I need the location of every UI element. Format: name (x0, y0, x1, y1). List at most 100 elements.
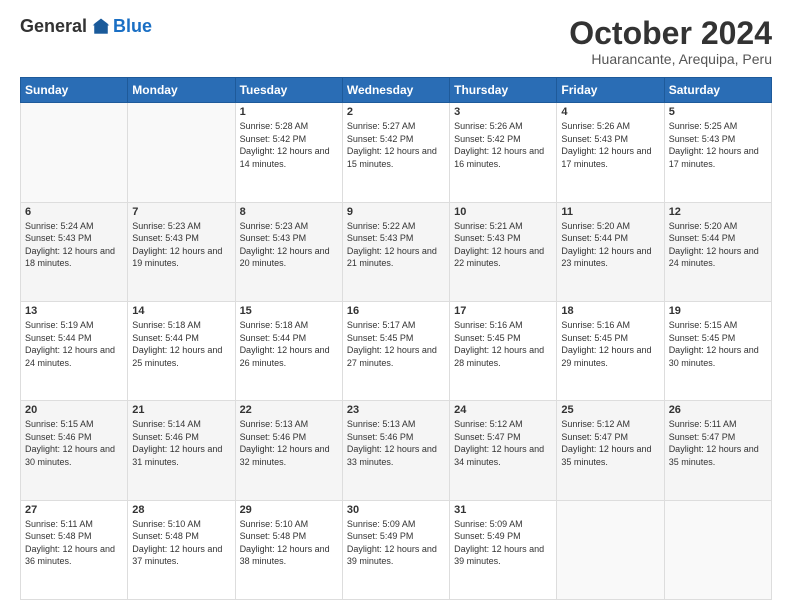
calendar-cell (128, 103, 235, 202)
day-number: 17 (454, 305, 552, 317)
day-number: 19 (669, 305, 767, 317)
calendar-table: SundayMondayTuesdayWednesdayThursdayFrid… (20, 77, 772, 600)
day-info: Sunrise: 5:11 AMSunset: 5:48 PMDaylight:… (25, 518, 123, 568)
page: General Blue October 2024 Huarancante, A… (0, 0, 792, 612)
calendar-week-row: 6 Sunrise: 5:24 AMSunset: 5:43 PMDaylight… (21, 202, 772, 301)
calendar-cell (21, 103, 128, 202)
calendar-cell: 8 Sunrise: 5:23 AMSunset: 5:43 PMDaylight… (235, 202, 342, 301)
day-number: 7 (132, 206, 230, 218)
calendar-cell: 21Sunrise: 5:14 AMSunset: 5:46 PMDayligh… (128, 401, 235, 500)
day-number: 3 (454, 106, 552, 118)
day-number: 23 (347, 404, 445, 416)
day-number: 15 (240, 305, 338, 317)
day-info: Sunrise: 5:11 AMSunset: 5:47 PMDaylight:… (669, 418, 767, 468)
day-info: Sunrise: 5:19 AMSunset: 5:44 PMDaylight:… (25, 319, 123, 369)
day-number: 9 (347, 206, 445, 218)
calendar-cell: 25 Sunrise: 5:12 AMSunset: 5:47 PMDayligh… (557, 401, 664, 500)
calendar-cell: 19Sunrise: 5:15 AMSunset: 5:45 PMDayligh… (664, 301, 771, 400)
day-info: Sunrise: 5:09 AMSunset: 5:49 PMDaylight:… (454, 518, 552, 568)
day-number: 10 (454, 206, 552, 218)
calendar-cell: 17 Sunrise: 5:16 AMSunset: 5:45 PMDayligh… (450, 301, 557, 400)
day-number: 27 (25, 504, 123, 516)
calendar-cell: 26 Sunrise: 5:11 AMSunset: 5:47 PMDayligh… (664, 401, 771, 500)
logo-icon (91, 17, 111, 37)
day-info: Sunrise: 5:17 AMSunset: 5:45 PMDaylight:… (347, 319, 445, 369)
day-number: 18 (561, 305, 659, 317)
calendar-cell (557, 500, 664, 599)
day-info: Sunrise: 5:14 AMSunset: 5:46 PMDaylight:… (132, 418, 230, 468)
day-info: Sunrise: 5:22 AMSunset: 5:43 PMDaylight:… (347, 220, 445, 270)
day-number: 26 (669, 404, 767, 416)
calendar-cell: 1Sunrise: 5:28 AMSunset: 5:42 PMDaylight… (235, 103, 342, 202)
calendar-week-row: 20 Sunrise: 5:15 AMSunset: 5:46 PMDayligh… (21, 401, 772, 500)
day-number: 6 (25, 206, 123, 218)
day-info: Sunrise: 5:20 AMSunset: 5:44 PMDaylight:… (669, 220, 767, 270)
day-info: Sunrise: 5:20 AMSunset: 5:44 PMDaylight:… (561, 220, 659, 270)
day-info: Sunrise: 5:21 AMSunset: 5:43 PMDaylight:… (454, 220, 552, 270)
logo-general-text: General (20, 16, 87, 37)
day-number: 29 (240, 504, 338, 516)
day-number: 16 (347, 305, 445, 317)
day-number: 12 (669, 206, 767, 218)
day-number: 14 (132, 305, 230, 317)
day-number: 11 (561, 206, 659, 218)
calendar-cell: 16 Sunrise: 5:17 AMSunset: 5:45 PMDayligh… (342, 301, 449, 400)
calendar-cell: 28 Sunrise: 5:10 AMSunset: 5:48 PMDayligh… (128, 500, 235, 599)
calendar-cell: 3 Sunrise: 5:26 AMSunset: 5:42 PMDaylight… (450, 103, 557, 202)
calendar-cell: 11 Sunrise: 5:20 AMSunset: 5:44 PMDayligh… (557, 202, 664, 301)
day-number: 22 (240, 404, 338, 416)
day-info: Sunrise: 5:16 AMSunset: 5:45 PMDaylight:… (561, 319, 659, 369)
day-number: 30 (347, 504, 445, 516)
calendar-cell: 23Sunrise: 5:13 AMSunset: 5:46 PMDayligh… (342, 401, 449, 500)
calendar-header-row: SundayMondayTuesdayWednesdayThursdayFrid… (21, 78, 772, 103)
day-info: Sunrise: 5:10 AMSunset: 5:48 PMDaylight:… (240, 518, 338, 568)
day-info: Sunrise: 5:27 AMSunset: 5:42 PMDaylight:… (347, 120, 445, 170)
day-info: Sunrise: 5:12 AMSunset: 5:47 PMDaylight:… (561, 418, 659, 468)
weekday-header-monday: Monday (128, 78, 235, 103)
day-info: Sunrise: 5:25 AMSunset: 5:43 PMDaylight:… (669, 120, 767, 170)
day-info: Sunrise: 5:24 AMSunset: 5:43 PMDaylight:… (25, 220, 123, 270)
weekday-header-tuesday: Tuesday (235, 78, 342, 103)
calendar-week-row: 27 Sunrise: 5:11 AMSunset: 5:48 PMDayligh… (21, 500, 772, 599)
calendar-cell: 2Sunrise: 5:27 AMSunset: 5:42 PMDaylight… (342, 103, 449, 202)
weekday-header-wednesday: Wednesday (342, 78, 449, 103)
day-number: 13 (25, 305, 123, 317)
day-number: 8 (240, 206, 338, 218)
day-info: Sunrise: 5:09 AMSunset: 5:49 PMDaylight:… (347, 518, 445, 568)
day-number: 20 (25, 404, 123, 416)
calendar-cell: 13 Sunrise: 5:19 AMSunset: 5:44 PMDayligh… (21, 301, 128, 400)
calendar-cell: 24Sunrise: 5:12 AMSunset: 5:47 PMDayligh… (450, 401, 557, 500)
day-info: Sunrise: 5:10 AMSunset: 5:48 PMDaylight:… (132, 518, 230, 568)
logo: General Blue (20, 16, 152, 37)
day-info: Sunrise: 5:26 AMSunset: 5:42 PMDaylight:… (454, 120, 552, 170)
day-number: 28 (132, 504, 230, 516)
weekday-header-friday: Friday (557, 78, 664, 103)
month-title: October 2024 (569, 16, 772, 51)
day-number: 31 (454, 504, 552, 516)
day-info: Sunrise: 5:16 AMSunset: 5:45 PMDaylight:… (454, 319, 552, 369)
day-number: 5 (669, 106, 767, 118)
day-info: Sunrise: 5:23 AMSunset: 5:43 PMDaylight:… (240, 220, 338, 270)
calendar-cell: 14Sunrise: 5:18 AMSunset: 5:44 PMDayligh… (128, 301, 235, 400)
calendar-cell: 29 Sunrise: 5:10 AMSunset: 5:48 PMDayligh… (235, 500, 342, 599)
day-info: Sunrise: 5:28 AMSunset: 5:42 PMDaylight:… (240, 120, 338, 170)
weekday-header-thursday: Thursday (450, 78, 557, 103)
logo-blue-text: Blue (113, 16, 152, 37)
calendar-cell: 18 Sunrise: 5:16 AMSunset: 5:45 PMDayligh… (557, 301, 664, 400)
calendar-cell: 15 Sunrise: 5:18 AMSunset: 5:44 PMDayligh… (235, 301, 342, 400)
subtitle: Huarancante, Arequipa, Peru (569, 51, 772, 67)
calendar-cell: 22Sunrise: 5:13 AMSunset: 5:46 PMDayligh… (235, 401, 342, 500)
calendar-cell: 6 Sunrise: 5:24 AMSunset: 5:43 PMDaylight… (21, 202, 128, 301)
day-info: Sunrise: 5:15 AMSunset: 5:46 PMDaylight:… (25, 418, 123, 468)
day-info: Sunrise: 5:12 AMSunset: 5:47 PMDaylight:… (454, 418, 552, 468)
calendar-cell: 9 Sunrise: 5:22 AMSunset: 5:43 PMDaylight… (342, 202, 449, 301)
calendar-cell: 4Sunrise: 5:26 AMSunset: 5:43 PMDaylight… (557, 103, 664, 202)
calendar-cell: 27 Sunrise: 5:11 AMSunset: 5:48 PMDayligh… (21, 500, 128, 599)
day-number: 25 (561, 404, 659, 416)
weekday-header-saturday: Saturday (664, 78, 771, 103)
weekday-header-sunday: Sunday (21, 78, 128, 103)
calendar-cell: 30 Sunrise: 5:09 AMSunset: 5:49 PMDayligh… (342, 500, 449, 599)
day-info: Sunrise: 5:18 AMSunset: 5:44 PMDaylight:… (240, 319, 338, 369)
calendar-cell: 7 Sunrise: 5:23 AMSunset: 5:43 PMDaylight… (128, 202, 235, 301)
day-info: Sunrise: 5:23 AMSunset: 5:43 PMDaylight:… (132, 220, 230, 270)
